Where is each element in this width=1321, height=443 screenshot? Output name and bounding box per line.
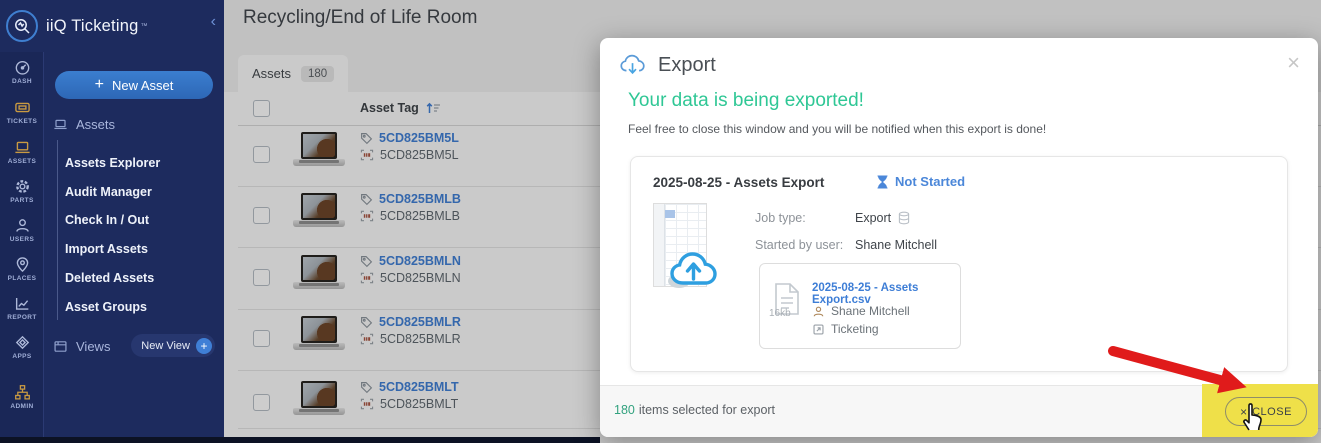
rail-label: REPORT bbox=[7, 314, 37, 321]
user-icon bbox=[812, 305, 825, 318]
file-owner: Shane Mitchell bbox=[812, 304, 910, 318]
pin-icon bbox=[13, 255, 31, 273]
rail-label: APPS bbox=[12, 353, 31, 360]
new-view-button[interactable]: New View + bbox=[131, 334, 215, 357]
section-views[interactable]: Views bbox=[53, 339, 110, 354]
sidebar-item-dash[interactable]: DASH bbox=[0, 58, 44, 85]
gauge-icon bbox=[13, 58, 31, 76]
selected-count: 180 bbox=[614, 403, 635, 417]
job-status-text: Not Started bbox=[895, 174, 965, 189]
sidebar-item-assets[interactable]: ASSETS bbox=[0, 138, 44, 165]
selected-count-suffix: items selected for export bbox=[639, 403, 775, 417]
new-asset-label: New Asset bbox=[112, 78, 173, 93]
rail-label: PARTS bbox=[10, 197, 34, 204]
laptop-icon bbox=[13, 138, 31, 156]
job-name: 2025-08-25 - Assets Export bbox=[653, 175, 824, 190]
started-by-text: Shane Mitchell bbox=[855, 238, 937, 252]
brand-name: iiQ Ticketing bbox=[46, 17, 138, 36]
started-by-value: Shane Mitchell bbox=[855, 238, 937, 252]
export-status-subheading: Feel free to close this window and you w… bbox=[628, 122, 1046, 136]
views-label: Views bbox=[76, 339, 110, 354]
file-size: 16kb bbox=[769, 308, 791, 319]
menu-tree-line bbox=[57, 140, 58, 320]
section-assets-label: Assets bbox=[76, 117, 115, 132]
sidebar-item-admin[interactable]: ADMIN bbox=[0, 383, 44, 410]
sidebar-item-assets-explorer[interactable]: Assets Explorer bbox=[65, 156, 160, 170]
plus-icon: + bbox=[196, 338, 212, 354]
selection-summary: 180 items selected for export bbox=[614, 403, 775, 417]
app-icon bbox=[812, 323, 825, 336]
export-file-link[interactable]: 2025-08-25 - Assets Export.csv bbox=[812, 282, 960, 306]
job-status-badge: Not Started bbox=[876, 174, 965, 189]
new-asset-button[interactable]: + New Asset bbox=[55, 71, 213, 99]
ticket-icon bbox=[13, 98, 31, 116]
export-job-card: 2025-08-25 - Assets Export Not Started J… bbox=[630, 156, 1288, 372]
sidebar-item-places[interactable]: PLACES bbox=[0, 255, 44, 282]
sidebar-panel: + New Asset Assets Assets Explorer Audit… bbox=[44, 52, 224, 443]
export-modal: Export × Your data is being exported! Fe… bbox=[600, 38, 1318, 437]
file-app: Ticketing bbox=[812, 322, 879, 336]
close-icon[interactable]: × bbox=[1287, 52, 1300, 74]
new-view-label: New View bbox=[141, 340, 190, 352]
job-type-label: Job type: bbox=[755, 211, 806, 225]
sidebar-item-apps[interactable]: APPS bbox=[0, 333, 44, 360]
modal-header: Export bbox=[618, 50, 716, 80]
chart-icon bbox=[13, 294, 31, 312]
views-icon bbox=[53, 339, 68, 354]
apps-icon bbox=[13, 333, 31, 351]
job-type-text: Export bbox=[855, 211, 891, 225]
database-icon bbox=[897, 211, 911, 225]
sitemap-icon bbox=[13, 383, 31, 401]
gear-icon bbox=[13, 177, 31, 195]
plus-icon: + bbox=[95, 76, 104, 94]
section-assets[interactable]: Assets bbox=[53, 117, 115, 132]
file-app-text: Ticketing bbox=[831, 322, 879, 336]
rail-label: PLACES bbox=[8, 275, 37, 282]
sidebar-item-parts[interactable]: PARTS bbox=[0, 177, 44, 204]
export-file-card[interactable]: 16kb 2025-08-25 - Assets Export.csv Shan… bbox=[759, 263, 961, 349]
cloud-download-icon bbox=[618, 50, 648, 80]
window-bottom-edge bbox=[0, 437, 600, 443]
sidebar-item-check-in-out[interactable]: Check In / Out bbox=[65, 213, 149, 227]
sidebar-item-asset-groups[interactable]: Asset Groups bbox=[65, 300, 147, 314]
hand-cursor-icon bbox=[1239, 399, 1266, 433]
job-type-value: Export bbox=[855, 211, 911, 225]
brand-trademark: ™ bbox=[140, 23, 147, 30]
sidebar: iiQ Ticketing ™ ‹ DASH TICKETS ASSETS bbox=[0, 0, 224, 443]
rail-label: TICKETS bbox=[7, 118, 38, 125]
app-window: iiQ Ticketing ™ ‹ DASH TICKETS ASSETS bbox=[0, 0, 1321, 443]
iiq-logo-icon bbox=[6, 10, 38, 42]
rail-label: ADMIN bbox=[10, 403, 33, 410]
modal-title: Export bbox=[658, 54, 716, 77]
sidebar-item-tickets[interactable]: TICKETS bbox=[0, 98, 44, 125]
rail-label: DASH bbox=[12, 78, 32, 85]
sidebar-item-import-assets[interactable]: Import Assets bbox=[65, 242, 148, 256]
modal-footer: 180 items selected for export × CLOSE bbox=[600, 385, 1318, 437]
user-icon bbox=[13, 216, 31, 234]
hourglass-icon bbox=[876, 175, 889, 189]
sidebar-item-report[interactable]: REPORT bbox=[0, 294, 44, 321]
started-by-label: Started by user: bbox=[755, 238, 843, 252]
brand-header: iiQ Ticketing ™ ‹ bbox=[0, 0, 224, 52]
sidebar-item-deleted-assets[interactable]: Deleted Assets bbox=[65, 271, 154, 285]
cloud-upload-icon bbox=[665, 243, 729, 291]
module-rail: DASH TICKETS ASSETS PARTS USERS bbox=[0, 52, 44, 443]
rail-label: USERS bbox=[10, 236, 34, 243]
rail-label: ASSETS bbox=[8, 158, 36, 165]
export-status-heading: Your data is being exported! bbox=[628, 90, 864, 112]
close-button[interactable]: × CLOSE bbox=[1225, 397, 1307, 426]
file-owner-text: Shane Mitchell bbox=[831, 304, 910, 318]
sidebar-item-users[interactable]: USERS bbox=[0, 216, 44, 243]
laptop-icon bbox=[53, 117, 68, 132]
sidebar-item-audit-manager[interactable]: Audit Manager bbox=[65, 185, 152, 199]
collapse-sidebar-icon[interactable]: ‹ bbox=[211, 14, 216, 30]
